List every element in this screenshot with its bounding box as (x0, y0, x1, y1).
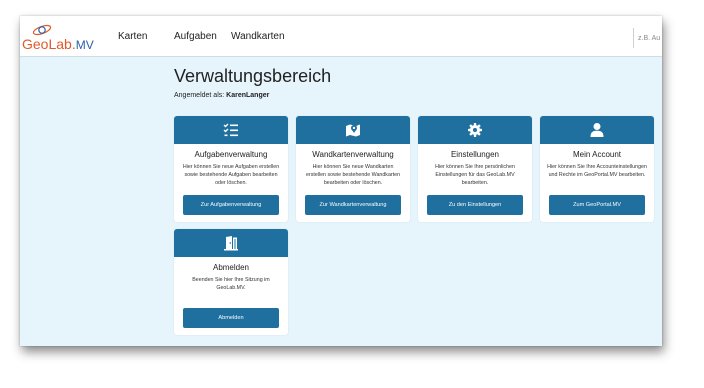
nav-link-aufgaben[interactable]: Aufgaben (174, 31, 217, 42)
logo-main-text: GeoLab. (22, 36, 76, 52)
door-exit-icon (224, 236, 238, 251)
card-title: Einstellungen (450, 150, 500, 159)
card-text: Hier können Sie neue Wandkarten erstelle… (305, 164, 401, 186)
card-text: Beenden Sie hier Ihre Sitzung im GeoLab.… (192, 277, 270, 291)
navbar: GeoLab.MV Karten Aufgaben Wandkarten (20, 16, 662, 57)
abmelden-button[interactable]: Abmelden (183, 308, 279, 328)
nav-link-wandkarten[interactable]: Wandkarten (231, 31, 285, 42)
card-mein-account: Mein Account Hier können Sie Ihre Accoun… (540, 116, 654, 222)
card-header (296, 116, 410, 144)
search-input[interactable] (633, 28, 662, 48)
wandkartenverwaltung-button[interactable]: Zur Wandkartenverwaltung (305, 195, 401, 215)
einstellungen-button[interactable]: Zu den Einstellungen (427, 195, 523, 215)
browser-window: GeoLab.MV Karten Aufgaben Wandkarten Ver… (20, 16, 662, 346)
card-header (418, 116, 532, 144)
gear-icon (468, 123, 482, 137)
username: KarenLanger (226, 92, 270, 99)
nav-link-karten[interactable]: Karten (118, 31, 147, 42)
card-header (174, 229, 288, 257)
card-header (174, 116, 288, 144)
geolab-logo[interactable]: GeoLab.MV (22, 22, 94, 56)
geoportal-button[interactable]: Zum GeoPortal.MV (549, 195, 645, 215)
user-icon (590, 123, 604, 137)
card-header (540, 116, 654, 144)
card-title: Aufgabenverwaltung (194, 150, 268, 159)
logo-text: GeoLab.MV (22, 36, 94, 52)
card-einstellungen: Einstellungen Hier können Sie Ihre persö… (418, 116, 532, 222)
card-text: Hier können Sie neue Aufgaben erstellen … (182, 164, 280, 186)
page-title: Verwaltungsbereich (174, 66, 332, 86)
map-marker-icon (346, 124, 360, 137)
logged-in-label: Angemeldet als: (174, 92, 225, 99)
card-text: Hier können Sie Ihre persönlichen Einste… (435, 164, 515, 186)
card-title: Abmelden (212, 263, 250, 272)
aufgabenverwaltung-button[interactable]: Zur Aufgabenverwaltung (183, 195, 279, 215)
card-title: Mein Account (572, 150, 622, 159)
card-abmelden: Abmelden Beenden Sie hier Ihre Sitzung i… (174, 229, 288, 335)
card-wandkartenverwaltung: Wandkartenverwaltung Hier können Sie neu… (296, 116, 410, 222)
card-text: Hier können Sie Ihre Accounteinstellunge… (547, 164, 647, 178)
card-aufgabenverwaltung: Aufgabenverwaltung Hier können Sie neue … (174, 116, 288, 222)
card-title: Wandkartenverwaltung (312, 150, 394, 159)
logo-suffix-text: MV (75, 38, 94, 52)
list-check-icon (223, 123, 238, 137)
logged-in-info: Angemeldet als: KarenLanger (174, 92, 269, 99)
